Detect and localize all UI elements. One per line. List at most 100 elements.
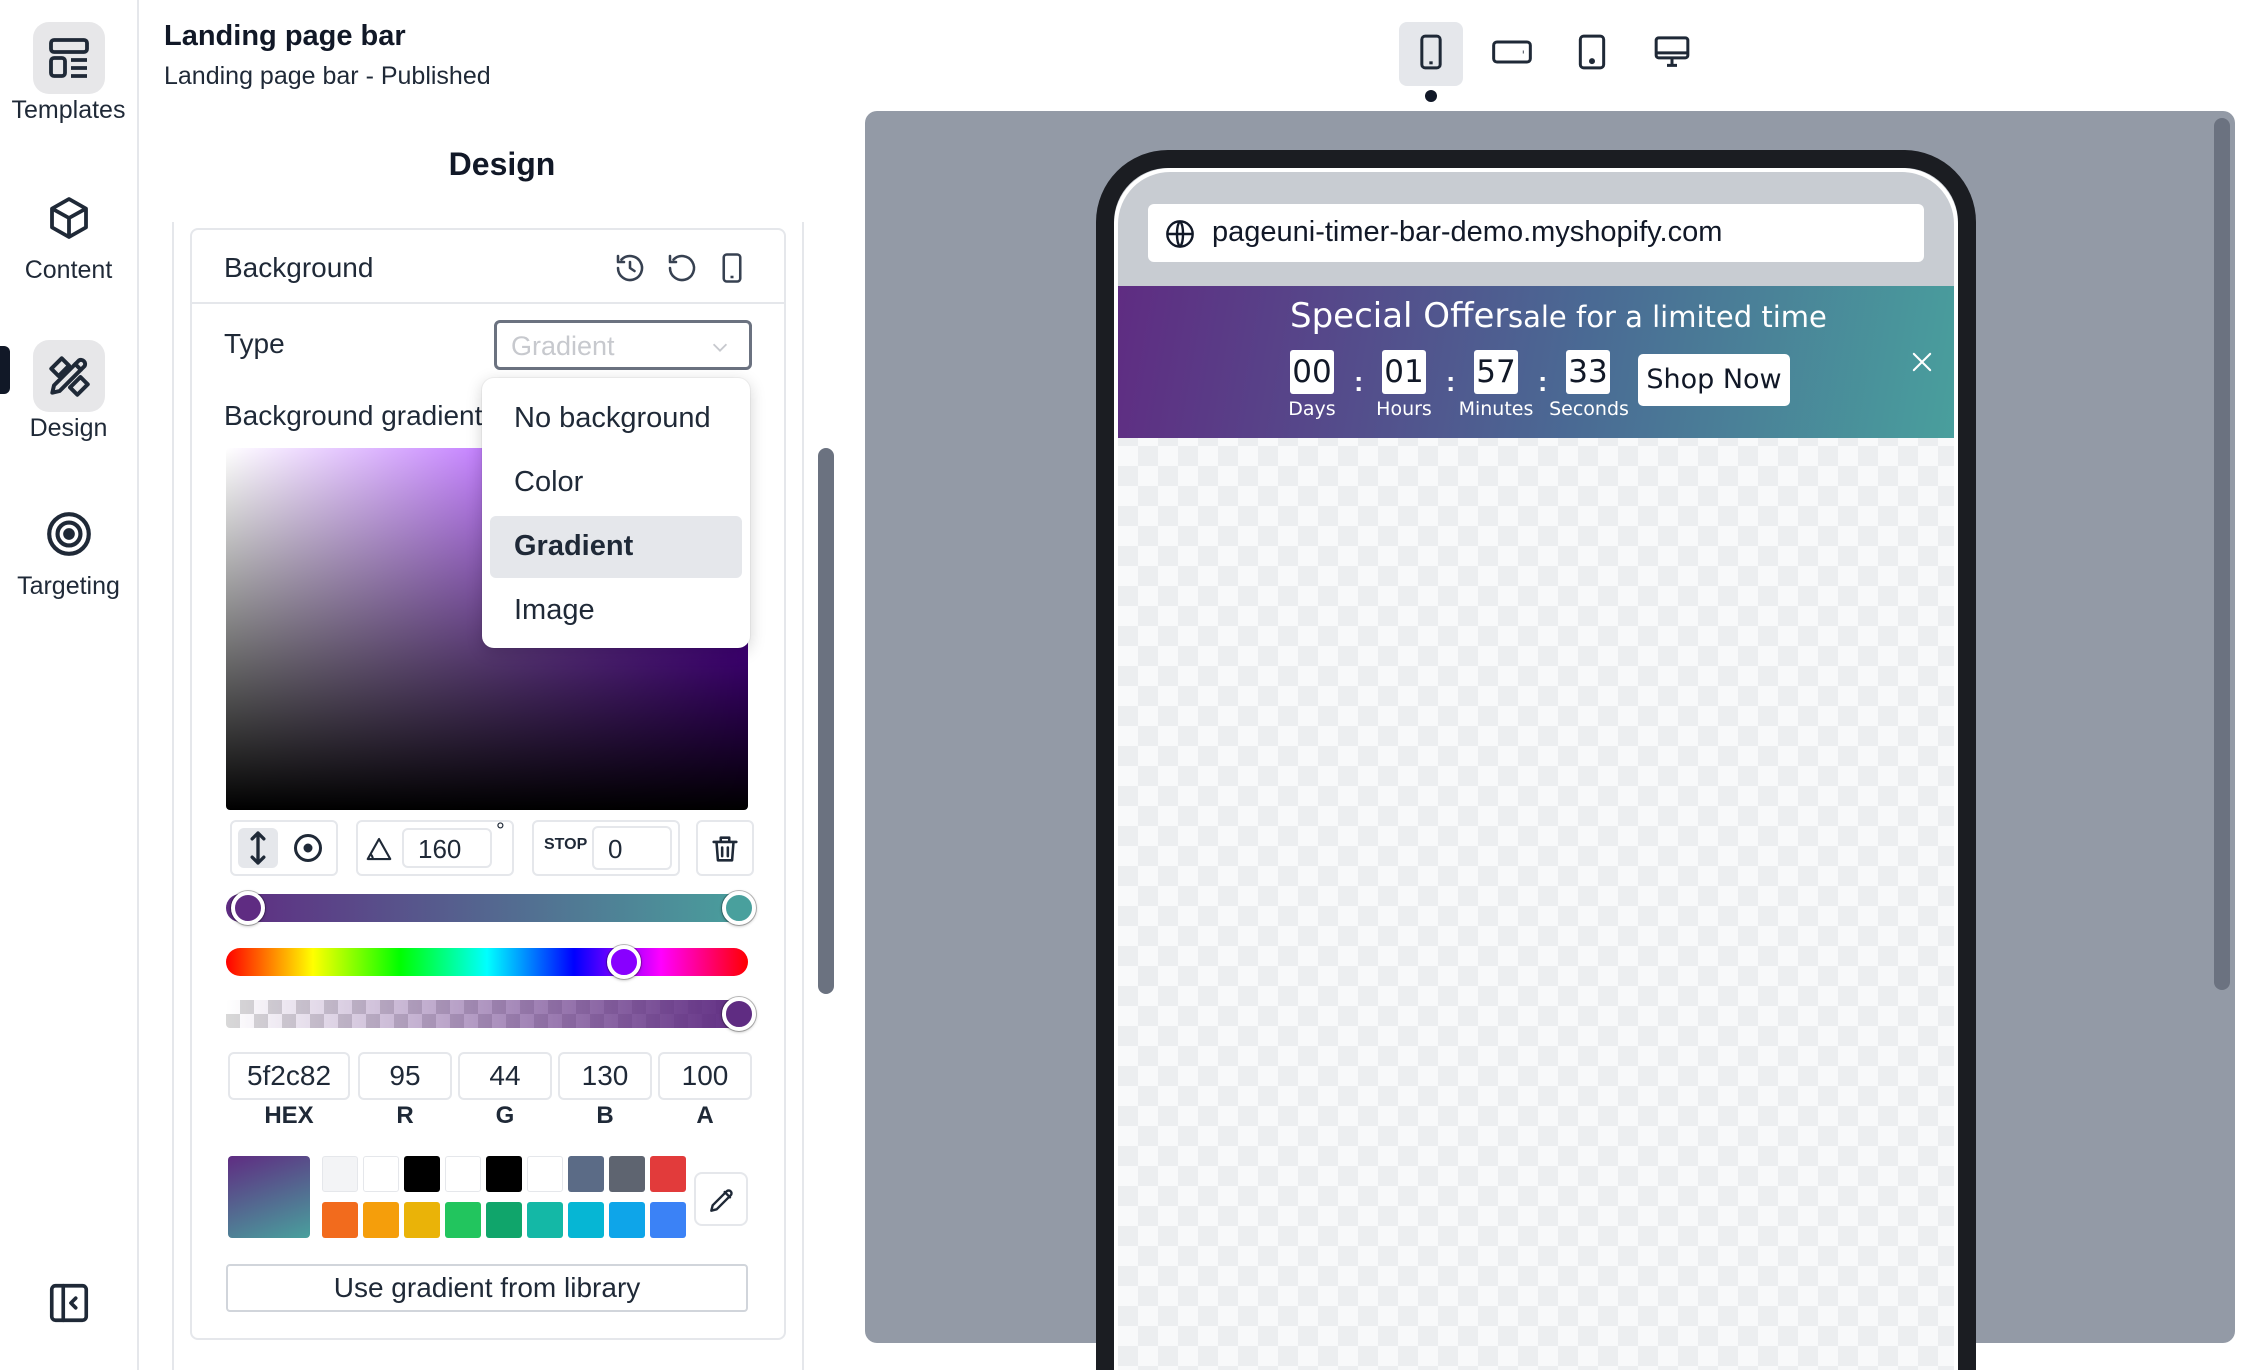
color-swatch[interactable] [609,1202,645,1238]
gradient-type-toggle [230,820,338,876]
background-card-header: Background [192,230,784,304]
radial-gradient-button[interactable] [288,828,328,868]
bar-subtitle: sale for a limited time [1508,300,1827,334]
page-preview-area: Special Offer sale for a limited time 00… [1118,286,1954,1370]
angle-input[interactable]: 160 [402,828,492,868]
delete-stop-button[interactable] [696,820,754,876]
rail-item-design[interactable]: Design [0,340,137,443]
timer-minutes-label: Minutes [1458,398,1534,420]
r-caption: R [396,1102,414,1129]
tablet-portrait-icon [1572,32,1612,77]
angle-control: 160 ° [356,818,514,876]
color-swatch[interactable] [363,1156,399,1192]
trash-icon [708,832,742,871]
globe-icon [1164,218,1196,255]
tablet-landscape-icon [1489,32,1535,77]
a-input[interactable]: 100 [658,1052,752,1100]
color-swatch[interactable] [568,1156,604,1192]
r-input[interactable]: 95 [358,1052,452,1100]
mobile-icon[interactable] [714,250,750,286]
gradient-stop-end-handle[interactable] [722,891,756,925]
color-swatch[interactable] [486,1156,522,1192]
alpha-slider[interactable] [226,1000,748,1028]
landing-page-bar: Special Offer sale for a limited time 00… [1118,286,1954,438]
menu-item-no-background[interactable]: No background [490,388,742,450]
sidebar-collapse-icon[interactable] [46,1280,92,1326]
color-swatch[interactable] [609,1156,645,1192]
hex-caption: HEX [264,1102,314,1129]
g-caption: G [495,1102,515,1129]
timer-days-label: Days [1288,398,1336,420]
history-icon[interactable] [612,250,648,286]
color-swatch[interactable] [445,1156,481,1192]
close-icon[interactable] [1908,348,1936,381]
color-swatch[interactable] [445,1202,481,1238]
color-swatch[interactable] [568,1202,604,1238]
desktop-button[interactable] [1640,22,1704,86]
menu-item-image[interactable]: Image [490,580,742,642]
url-bar: pageuni-timer-bar-demo.myshopify.com [1148,204,1924,262]
color-swatch[interactable] [486,1202,522,1238]
phone-screen: pageuni-timer-bar-demo.myshopify.com Spe… [1114,168,1958,1370]
color-swatch[interactable] [650,1202,686,1238]
b-input[interactable]: 130 [558,1052,652,1100]
background-gradient-label: Background gradient [224,400,483,431]
timer-seconds-value: 33 [1566,350,1610,394]
gradient-stops-slider[interactable] [226,894,748,922]
hex-input[interactable]: 5f2c82 [228,1052,350,1100]
bar-title: Special Offer [1290,296,1509,336]
rail-label-content: Content [24,256,113,284]
use-gradient-from-library-button[interactable]: Use gradient from library [226,1264,748,1312]
current-gradient-preview [228,1156,310,1238]
alpha-handle[interactable] [722,997,756,1031]
color-swatch[interactable] [363,1202,399,1238]
reset-icon[interactable] [664,250,700,286]
shop-now-button[interactable]: Shop Now [1638,354,1790,406]
mobile-device-button[interactable] [1399,22,1463,86]
target-icon [33,498,105,570]
type-dropdown-menu: No background Color Gradient Image [482,378,750,648]
a-caption: A [696,1102,714,1129]
desktop-icon [1650,32,1694,77]
eyedropper-icon [706,1184,738,1221]
cube-icon [33,182,105,254]
menu-item-color[interactable]: Color [490,452,742,514]
linear-gradient-button[interactable] [238,828,278,868]
rail-label-design: Design [29,414,108,442]
panel-scrollbar[interactable] [818,448,834,994]
type-select[interactable]: Gradient [494,320,752,370]
stop-input[interactable]: 0 [592,826,672,870]
gradient-stop-start-handle[interactable] [231,891,265,925]
hue-slider[interactable] [226,948,748,976]
color-swatch[interactable] [322,1156,358,1192]
rail-item-templates[interactable]: Templates [0,22,137,125]
g-input[interactable]: 44 [458,1052,552,1100]
type-label: Type [224,328,285,359]
color-swatch[interactable] [650,1156,686,1192]
left-rail: Templates Content Design Targeting [0,0,139,1370]
tablet-portrait-button[interactable] [1560,22,1624,86]
b-caption: B [596,1102,614,1129]
type-select-value: Gradient [511,331,615,361]
url-text: pageuni-timer-bar-demo.myshopify.com [1212,216,1723,248]
rail-item-content[interactable]: Content [0,182,137,285]
timer-minutes-value: 57 [1474,350,1518,394]
timer-days-value: 00 [1290,350,1334,394]
panel-heading: Design [448,146,556,182]
timer-separator: : [1538,366,1548,397]
canvas-scrollbar[interactable] [2214,118,2230,990]
hue-handle[interactable] [607,945,641,979]
tablet-landscape-button[interactable] [1480,22,1544,86]
color-swatch[interactable] [527,1202,563,1238]
color-swatch[interactable] [527,1156,563,1192]
color-swatch[interactable] [322,1202,358,1238]
rail-item-targeting[interactable]: Targeting [0,498,137,601]
menu-item-gradient[interactable]: Gradient [490,516,742,578]
eyedropper-button[interactable] [694,1172,748,1226]
timer-hours-value: 01 [1382,350,1426,394]
color-swatch[interactable] [404,1202,440,1238]
color-swatch[interactable] [404,1156,440,1192]
background-label: Background [224,252,374,283]
design-icon [32,340,105,412]
degree-symbol: ° [496,818,505,843]
